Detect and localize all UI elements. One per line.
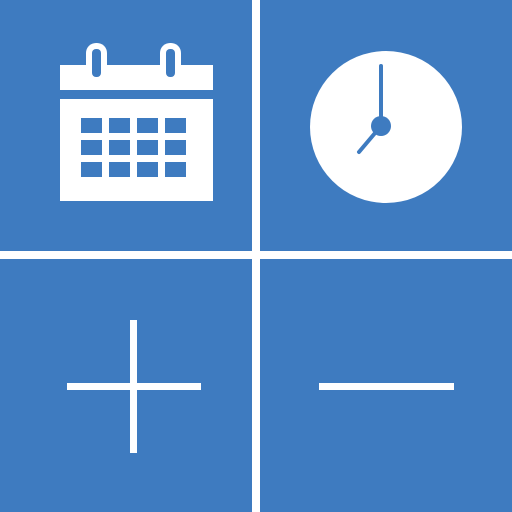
plus-icon [67, 320, 201, 453]
add-tile[interactable] [0, 259, 252, 512]
minus-icon [319, 383, 454, 390]
calendar-icon [60, 43, 213, 201]
calendar-tile[interactable] [0, 0, 252, 251]
clock-tile[interactable] [260, 0, 512, 251]
app-icon [0, 0, 512, 512]
clock-icon [310, 51, 462, 203]
subtract-tile[interactable] [260, 259, 512, 512]
